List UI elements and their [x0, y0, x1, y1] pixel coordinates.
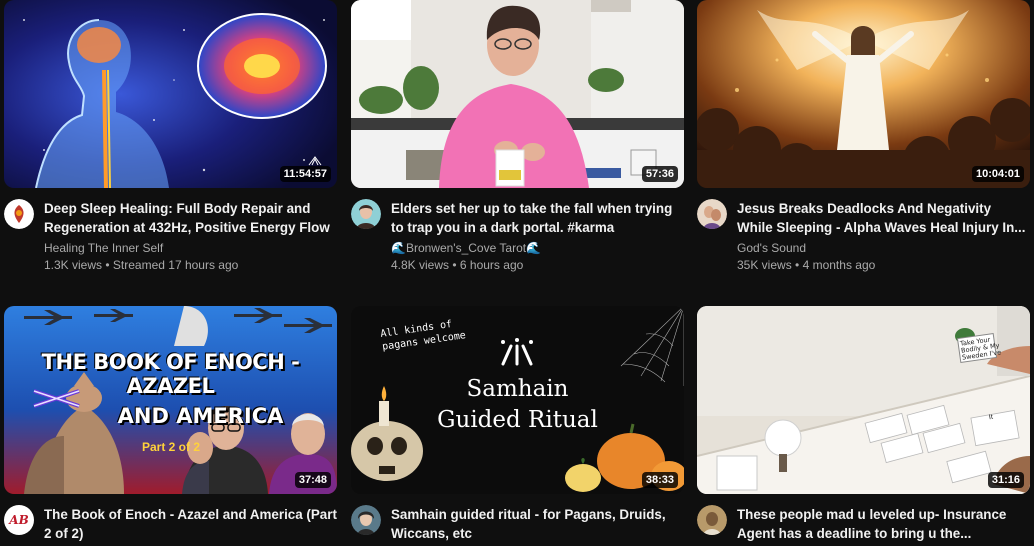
- view-count: 4.8K views: [391, 258, 450, 272]
- video-duration-badge: 11:54:57: [279, 166, 331, 182]
- video-card[interactable]: 11:54:57 Deep Sleep Healing: Full Body R…: [4, 0, 337, 274]
- video-title[interactable]: Samhain guided ritual - for Pagans, Drui…: [391, 505, 684, 543]
- video-duration-badge: 10:04:01: [971, 166, 1024, 182]
- video-thumbnail[interactable]: 10:04:01: [697, 0, 1030, 188]
- view-count: 1.3K views: [44, 258, 103, 272]
- video-card[interactable]: All kinds of pagans welcome Samhain Guid…: [351, 306, 684, 546]
- video-thumbnail[interactable]: All kinds of pagans welcome Samhain Guid…: [351, 306, 684, 494]
- video-duration-badge: 37:48: [294, 472, 331, 488]
- channel-avatar[interactable]: [351, 505, 381, 535]
- video-thumbnail[interactable]: 11:54:57: [4, 0, 337, 188]
- thumbnail-image: [4, 0, 337, 188]
- thumbnail-image: [351, 306, 684, 494]
- thumbnail-image: [697, 306, 1030, 494]
- video-duration-badge: 31:16: [987, 472, 1024, 488]
- video-card[interactable]: Take Your Bodily & My Sweden I've It 31:…: [697, 306, 1030, 546]
- upload-age: 4 months ago: [802, 258, 876, 272]
- video-thumbnail[interactable]: THE BOOK OF ENOCH - AZAZEL AND AMERICA P…: [4, 306, 337, 494]
- channel-avatar-label: AB: [9, 513, 29, 527]
- thumbnail-image: [351, 0, 684, 188]
- video-title[interactable]: Jesus Breaks Deadlocks And Negativity Wh…: [737, 199, 1030, 237]
- video-duration-badge: 38:33: [641, 472, 678, 488]
- video-thumbnail[interactable]: Take Your Bodily & My Sweden I've It 31:…: [697, 306, 1030, 494]
- video-title[interactable]: These people mad u leveled up- Insurance…: [737, 505, 1030, 543]
- channel-avatar[interactable]: [351, 199, 381, 229]
- view-count: 35K views: [737, 258, 792, 272]
- video-card[interactable]: 10:04:01 Jesus Breaks Deadlocks And Nega…: [697, 0, 1030, 274]
- video-duration-badge: 57:36: [641, 166, 678, 182]
- video-title[interactable]: The Book of Enoch - Azazel and America (…: [44, 505, 337, 543]
- upload-age: Streamed 17 hours ago: [112, 258, 239, 272]
- channel-name[interactable]: God's Sound: [737, 240, 1030, 257]
- channel-avatar[interactable]: [4, 199, 34, 229]
- channel-name[interactable]: Healing The Inner Self: [44, 240, 337, 257]
- channel-avatar[interactable]: [697, 505, 727, 535]
- video-card[interactable]: 57:36 Elders set her up to take the fall…: [351, 0, 684, 274]
- channel-name[interactable]: 🌊Bronwen's_Cove Tarot🌊: [391, 240, 684, 257]
- video-stats: 1.3K views • Streamed 17 hours ago: [44, 258, 239, 272]
- video-card[interactable]: THE BOOK OF ENOCH - AZAZEL AND AMERICA P…: [4, 306, 337, 546]
- video-stats: 35K views • 4 months ago: [737, 258, 876, 272]
- video-stats: 4.8K views • 6 hours ago: [391, 258, 524, 272]
- channel-avatar[interactable]: [697, 199, 727, 229]
- channel-avatar[interactable]: AB: [4, 505, 34, 535]
- thumbnail-image: [4, 306, 337, 494]
- upload-age: 6 hours ago: [459, 258, 524, 272]
- video-thumbnail[interactable]: 57:36: [351, 0, 684, 188]
- video-title[interactable]: Elders set her up to take the fall when …: [391, 199, 684, 237]
- thumbnail-image: [697, 0, 1030, 188]
- video-title[interactable]: Deep Sleep Healing: Full Body Repair and…: [44, 199, 337, 237]
